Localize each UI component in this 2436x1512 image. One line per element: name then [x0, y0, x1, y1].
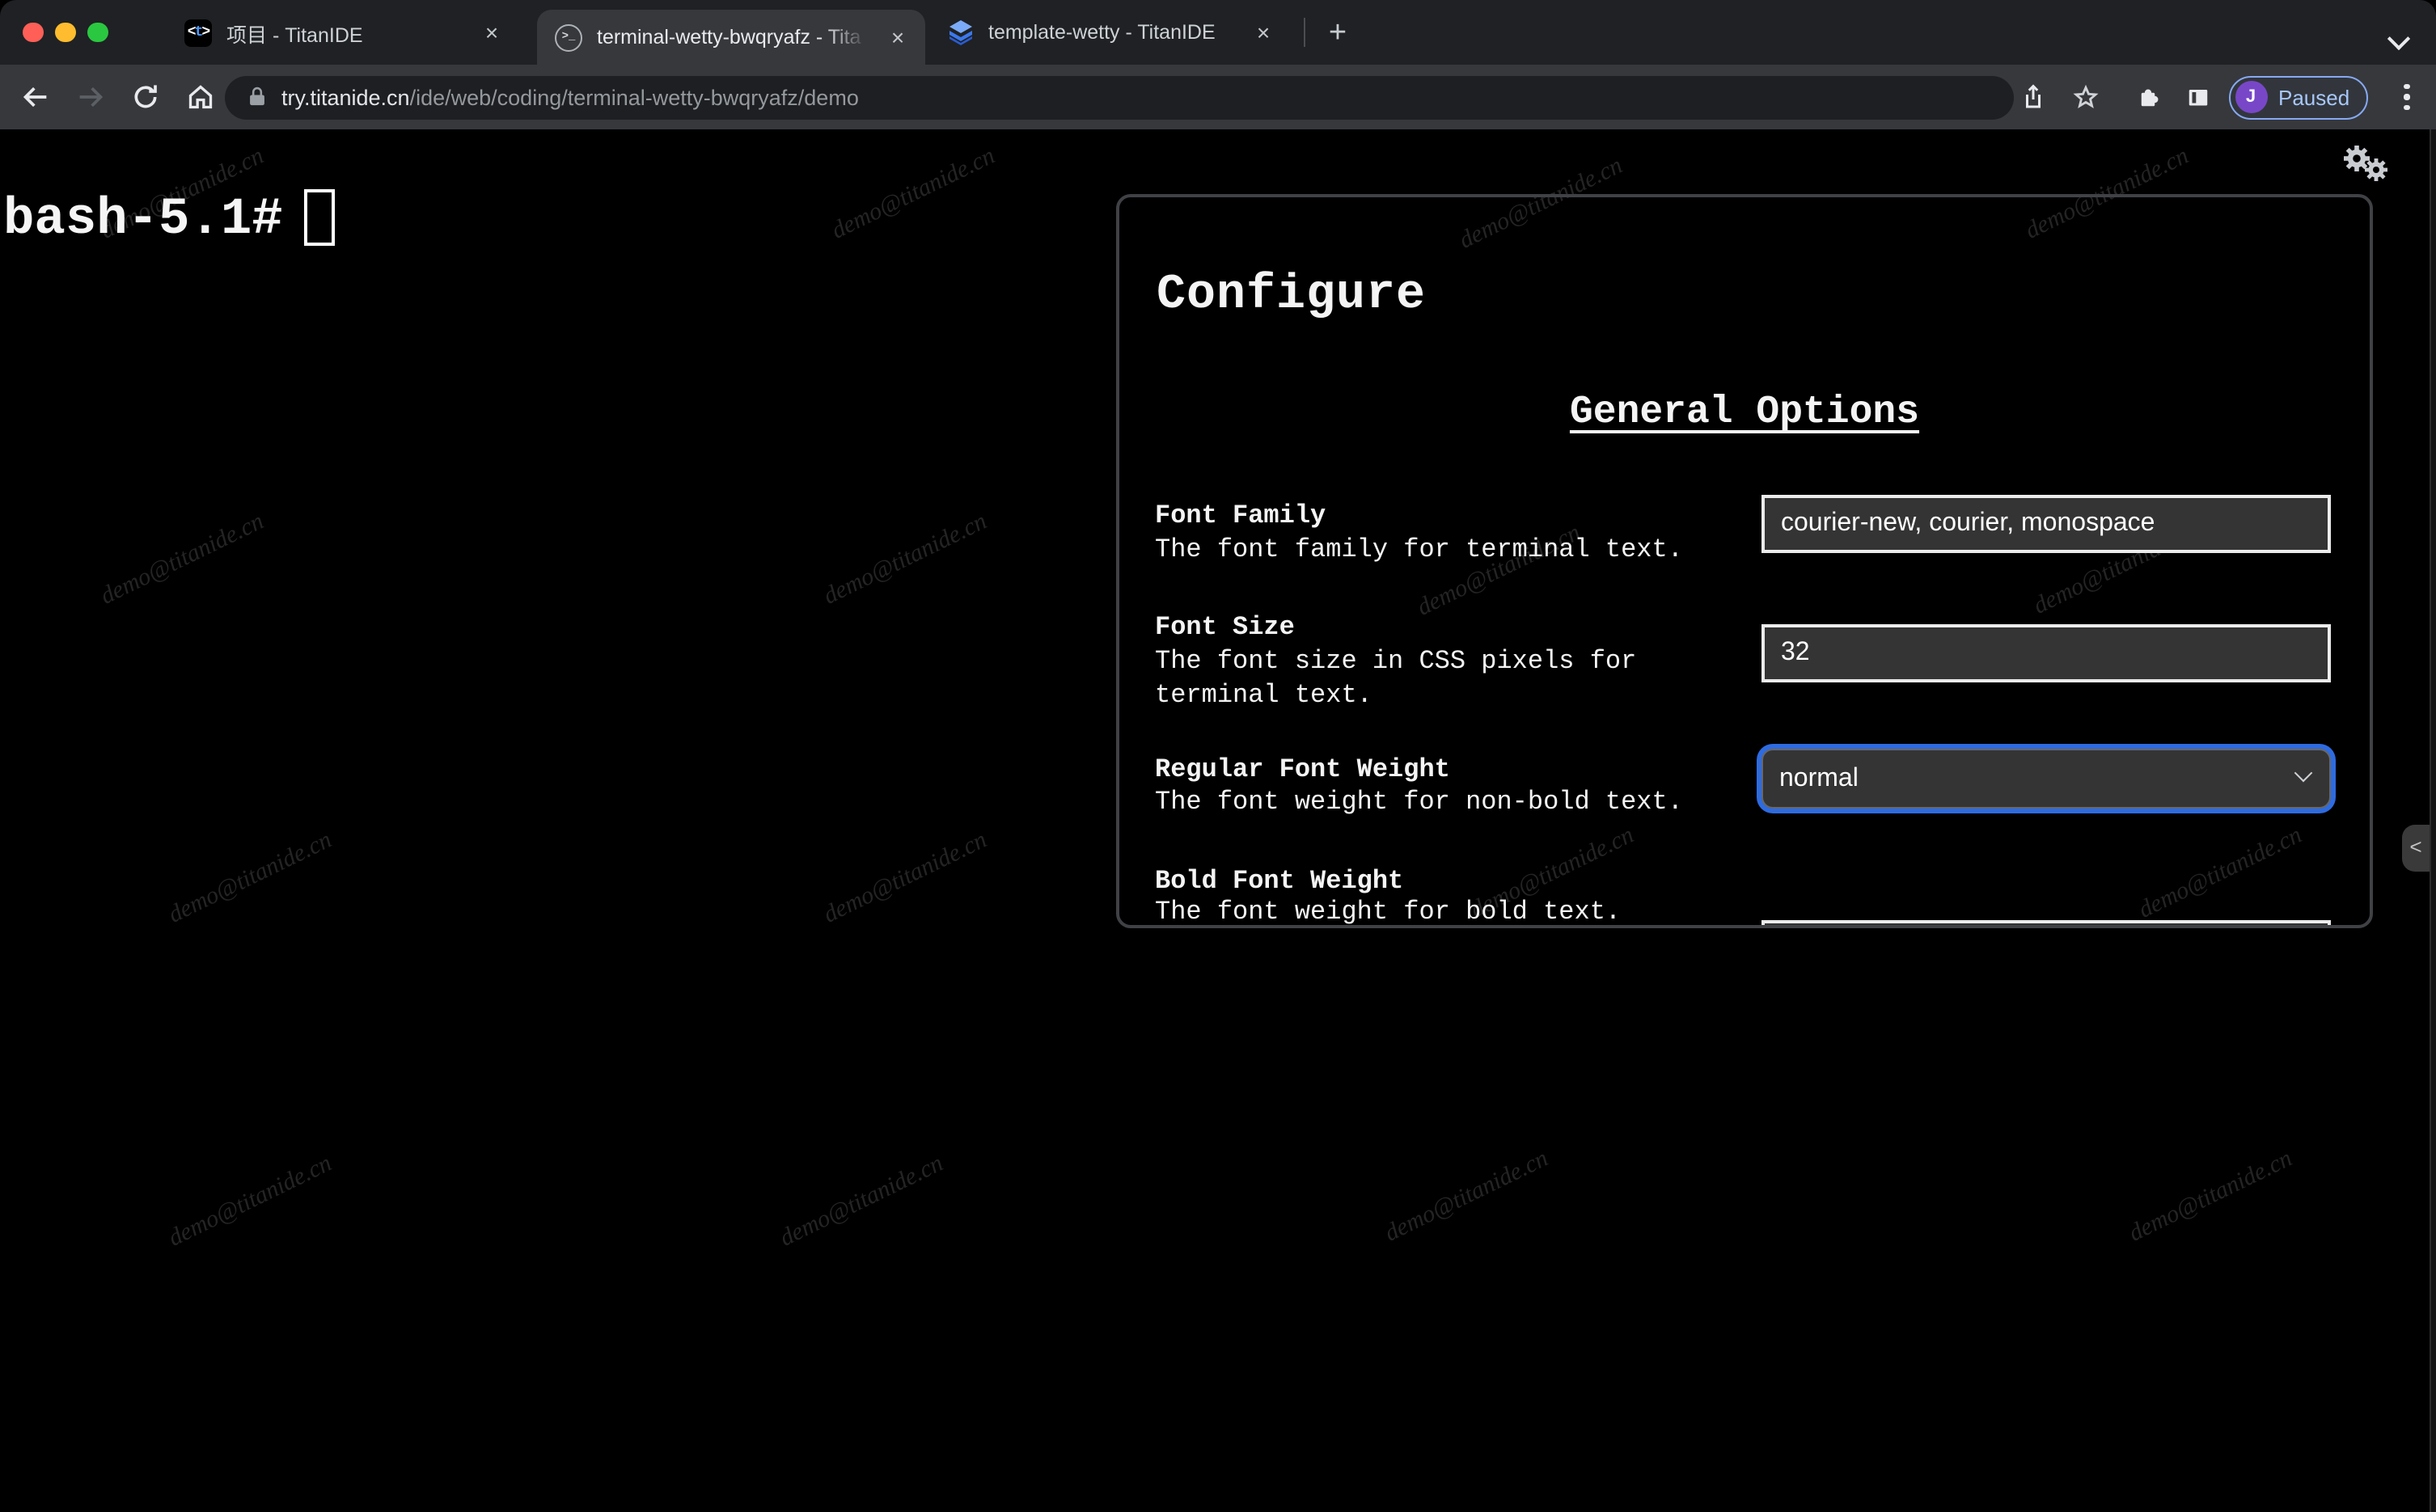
tab-terminal-wetty[interactable]: >_ terminal-wetty-bwqryafz - Tita ×: [537, 10, 925, 65]
new-tab-button[interactable]: +: [1317, 13, 1359, 55]
chevron-down-icon: [2294, 763, 2313, 783]
font-family-input[interactable]: [1761, 495, 2331, 553]
home-button[interactable]: [178, 74, 223, 120]
reload-icon: [134, 85, 157, 108]
address-bar[interactable]: try.titanide.cn/ide/web/coding/terminal-…: [225, 75, 2014, 119]
home-icon: [188, 85, 213, 109]
selected-value: normal: [1779, 764, 1859, 792]
url-host: try.titanide.cn: [281, 85, 410, 109]
regular-font-weight-select[interactable]: normal: [1761, 749, 2331, 809]
profile-chip[interactable]: J Paused: [2229, 75, 2368, 119]
chevron-left-icon: <: [2409, 836, 2422, 860]
font-family-description: The font family for terminal text.: [1155, 535, 1683, 564]
bold-font-weight-description: The font weight for bold text.: [1155, 897, 1622, 927]
watermark-text: demo@titanide.cn: [819, 827, 992, 929]
forward-icon: [79, 87, 104, 108]
regular-font-weight-label: Regular Font Weight: [1155, 755, 1450, 784]
zoom-window-button[interactable]: [87, 22, 108, 42]
tab-project[interactable]: < t > 项目 - TitanIDE ×: [167, 0, 519, 65]
font-family-label: Font Family: [1155, 501, 1326, 530]
close-icon[interactable]: ×: [883, 23, 912, 52]
font-size-input[interactable]: [1761, 624, 2331, 682]
reload-button[interactable]: [123, 74, 168, 120]
watermark-text: demo@titanide.cn: [827, 143, 1000, 245]
collapse-handle[interactable]: <: [2402, 825, 2430, 872]
watermark-text: demo@titanide.cn: [776, 1151, 948, 1252]
back-icon: [23, 87, 47, 108]
bold-font-weight-select[interactable]: bold: [1761, 920, 2331, 925]
share-button[interactable]: [2011, 74, 2056, 120]
side-panel-button[interactable]: [2176, 74, 2221, 120]
section-title: General Options: [1569, 391, 1920, 435]
extensions-puzzle-icon: [2141, 89, 2159, 107]
lock-icon: [250, 87, 264, 106]
configure-panel: Configure General Options Font Family Th…: [1116, 194, 2373, 928]
browser-window: < t > 项目 - TitanIDE × >_ terminal-wetty-bw…: [0, 0, 2436, 1512]
avatar: J: [2235, 81, 2267, 113]
tab-template-wetty[interactable]: template-wetty - TitanIDE ×: [928, 0, 1291, 65]
close-window-button[interactable]: [23, 22, 43, 42]
url-path: /ide/web/coding/terminal-wetty-bwqryafz/…: [409, 85, 859, 109]
font-size-description: The font size in CSS pixels for terminal…: [1155, 647, 1637, 709]
terminal-prompt-line[interactable]: bash-5.1#: [3, 189, 335, 251]
right-edge-strip: [2430, 129, 2436, 1512]
browser-menu-button[interactable]: [2384, 74, 2430, 120]
tab-strip: < t > 项目 - TitanIDE × >_ terminal-wetty-bw…: [0, 0, 2436, 65]
watermark-text: demo@titanide.cn: [1381, 1146, 1553, 1248]
tab-title: template-wetty - TitanIDE: [988, 21, 1216, 44]
tab-title: terminal-wetty-bwqryafz - Tita: [597, 26, 861, 49]
watermark-text: demo@titanide.cn: [164, 827, 336, 929]
extensions-button[interactable]: [2125, 74, 2171, 120]
bookmark-button[interactable]: [2062, 74, 2108, 120]
forward-button[interactable]: [68, 74, 113, 120]
tab-overflow-chevron-icon[interactable]: [2387, 26, 2411, 55]
side-panel-icon: [2189, 90, 2208, 106]
bold-font-weight-label: Bold Font Weight: [1155, 867, 1404, 896]
window-controls: [23, 22, 108, 42]
font-size-label: Font Size: [1155, 613, 1295, 642]
close-icon[interactable]: ×: [477, 18, 506, 47]
tab-title: 项目 - TitanIDE: [226, 23, 363, 46]
back-button[interactable]: [13, 74, 58, 120]
terminal-prompt: bash-5.1#: [3, 189, 283, 249]
share-icon: [2026, 84, 2041, 108]
regular-font-weight-description: The font weight for non-bold text.: [1155, 788, 1683, 817]
tab-separator: [1304, 18, 1305, 47]
watermark-text: demo@titanide.cn: [2125, 1146, 2297, 1248]
paused-badge: Paused: [2278, 85, 2350, 109]
minimize-window-button[interactable]: [55, 22, 75, 42]
settings-gears-icon[interactable]: [2332, 139, 2400, 202]
bookmark-star-icon: [2072, 83, 2098, 108]
watermark-text: demo@titanide.cn: [96, 509, 269, 610]
terminal-cursor: [303, 189, 335, 246]
watermark-text: demo@titanide.cn: [164, 1151, 336, 1252]
layers-icon: [946, 19, 974, 46]
panel-title: Configure: [1157, 268, 1427, 323]
watermark-text: demo@titanide.cn: [819, 509, 992, 610]
terminal-icon: >_: [555, 23, 582, 51]
titanide-logo-icon: < t >: [184, 19, 212, 46]
page-content: demo@titanide.cn demo@titanide.cn demo@tit…: [0, 129, 2436, 1512]
close-icon[interactable]: ×: [1249, 18, 1278, 47]
